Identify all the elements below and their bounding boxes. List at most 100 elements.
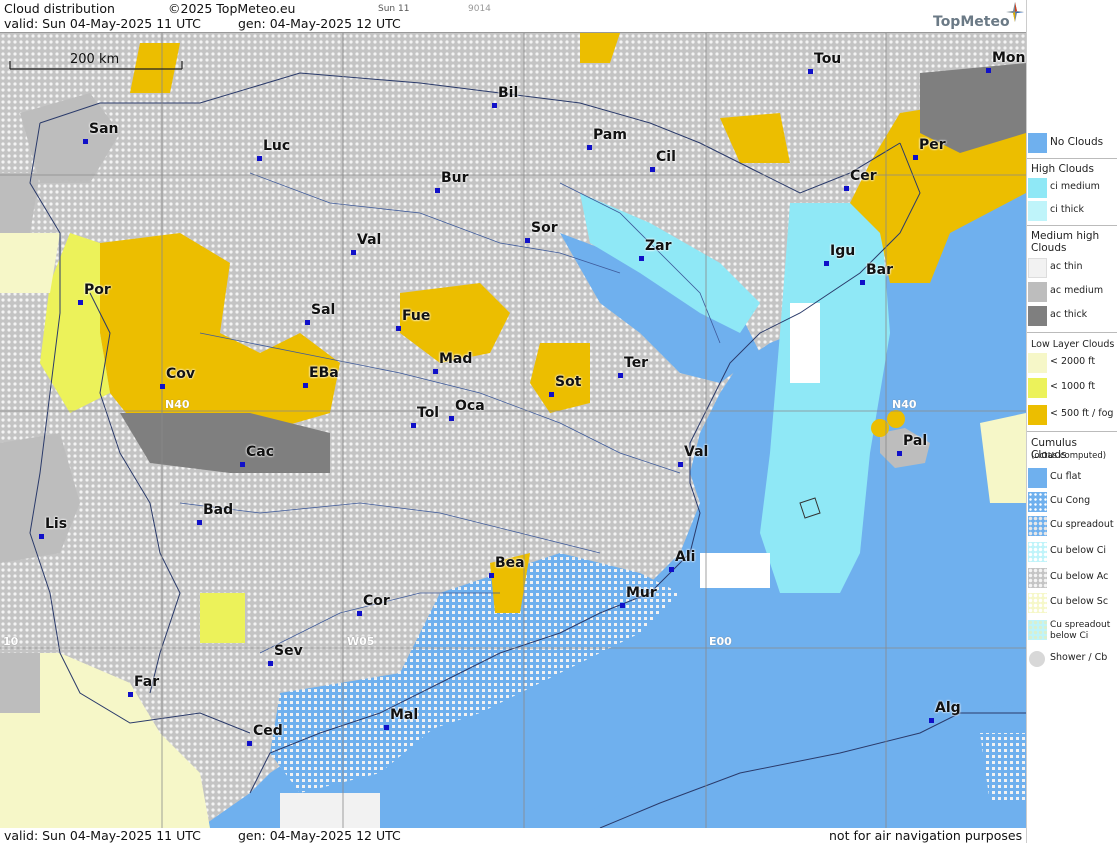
grid-label-w05: W05 (347, 635, 375, 648)
legend-lt500: < 500 ft / fog (1027, 404, 1117, 426)
grid-label-e00: E00 (709, 635, 732, 648)
city-marker (396, 326, 401, 331)
small-code: 9014 (468, 4, 491, 14)
footer-valid: valid: Sun 04-May-2025 11 UTC (4, 828, 201, 843)
city-label: Bil (498, 85, 519, 101)
city-label: Cov (166, 366, 196, 382)
city-label: Sal (311, 302, 336, 318)
city-marker (257, 156, 262, 161)
grid-label-w10: 10 (3, 635, 19, 648)
city-marker (650, 167, 655, 172)
city-label: Val (684, 444, 709, 460)
city-marker (844, 186, 849, 191)
city-marker (305, 320, 310, 325)
city-marker (986, 68, 991, 73)
city-label: Far (134, 674, 160, 690)
city-label: Tol (417, 405, 440, 421)
legend-panel: No Clouds High Clouds ci medium ci thick… (1026, 0, 1117, 843)
valid-time: valid: Sun 04-May-2025 11 UTC (4, 16, 201, 31)
city-label: Bar (866, 262, 894, 278)
legend-high-clouds-title: High Clouds (1031, 163, 1094, 175)
city-marker (247, 741, 252, 746)
city-label: Sor (531, 220, 558, 236)
city-label: Cil (656, 149, 676, 165)
city-label: Per (919, 137, 946, 153)
city-marker (240, 462, 245, 467)
topmeteo-logo: TopMeteo (933, 14, 1010, 30)
city-marker (384, 725, 389, 730)
city-marker (808, 69, 813, 74)
city-label: Sot (555, 374, 582, 390)
map-footer: valid: Sun 04-May-2025 11 UTC gen: 04-Ma… (0, 828, 1026, 843)
city-marker (268, 661, 273, 666)
map-canvas (0, 33, 1026, 828)
city-label: Fue (402, 308, 431, 324)
city-marker (351, 250, 356, 255)
legend-lt2000: < 2000 ft (1027, 352, 1117, 374)
legend-ac-thin: ac thin (1027, 257, 1117, 279)
city-label: Lis (45, 516, 68, 532)
generated-time: gen: 04-May-2025 12 UTC (238, 16, 401, 31)
city-marker (618, 373, 623, 378)
legend-cu-spreadout-below-ci: Cu spreadout below Ci (1027, 619, 1117, 641)
legend-ac-medium: ac medium (1027, 281, 1117, 303)
city-marker (860, 280, 865, 285)
city-marker (160, 384, 165, 389)
city-marker (824, 261, 829, 266)
city-label: Luc (263, 138, 291, 154)
city-marker (525, 238, 530, 243)
city-label: Por (84, 282, 111, 298)
city-label: Bad (203, 502, 234, 518)
map-header: Cloud distribution ©2025 TopMeteo.eu Sun… (0, 0, 1026, 33)
legend-cu-below-ci: Cu below Ci (1027, 541, 1117, 563)
city-marker (197, 520, 202, 525)
city-marker (449, 416, 454, 421)
city-label: Igu (830, 243, 856, 259)
legend-medium-high-title: Medium high Clouds (1031, 230, 1100, 254)
compass-icon (1006, 2, 1024, 25)
legend-swatch (1028, 133, 1047, 153)
city-marker (639, 256, 644, 261)
legend-octas: (octas computed) (1031, 451, 1107, 461)
city-marker (303, 383, 308, 388)
city-label: Ali (675, 549, 696, 565)
city-marker (669, 567, 674, 572)
city-label: EBa (309, 365, 339, 381)
city-label: Ter (624, 355, 649, 371)
footer-disclaimer: not for air navigation purposes (829, 828, 1023, 843)
city-label: San (89, 121, 119, 137)
city-marker (897, 451, 902, 456)
legend-no-clouds: No Clouds (1027, 132, 1117, 154)
city-marker (128, 692, 133, 697)
city-marker (435, 188, 440, 193)
grid-label-n40-right: N40 (892, 398, 917, 411)
city-label: Tou (814, 51, 842, 67)
cloud-map[interactable]: 200 km N40 N40 W05 E00 10 Tou Mon Bil San Pa… (0, 33, 1026, 828)
city-marker (913, 155, 918, 160)
city-marker (78, 300, 83, 305)
city-label: Zar (645, 238, 672, 254)
city-label: Mon (992, 50, 1026, 66)
city-marker (620, 603, 625, 608)
city-marker (492, 103, 497, 108)
legend-low-layer-title: Low Layer Clouds (1031, 339, 1115, 350)
city-label: Ced (253, 723, 283, 739)
small-day: Sun 11 (378, 4, 410, 14)
city-marker (489, 573, 494, 578)
city-label: Alg (935, 700, 961, 716)
city-label: Cer (850, 168, 877, 184)
city-label: Pam (593, 127, 627, 143)
legend-ci-thick: ci thick (1027, 200, 1117, 222)
legend-lt1000: < 1000 ft (1027, 377, 1117, 399)
legend-ac-thick: ac thick (1027, 305, 1117, 327)
city-marker (357, 611, 362, 616)
legend-cu-below-sc: Cu below Sc (1027, 592, 1117, 614)
city-label: Sev (274, 643, 303, 659)
city-label: Pal (903, 433, 928, 449)
city-label: Bea (495, 555, 525, 571)
city-marker (39, 534, 44, 539)
city-label: Mur (626, 585, 657, 601)
city-marker (929, 718, 934, 723)
city-label: Mal (390, 707, 419, 723)
city-label: Mad (439, 351, 473, 367)
